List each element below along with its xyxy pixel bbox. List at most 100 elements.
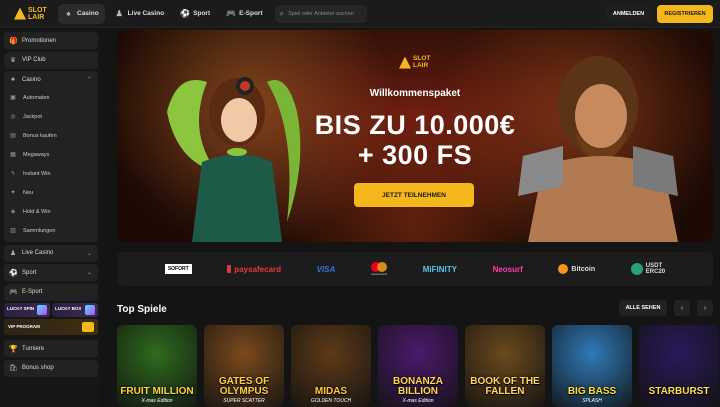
game-title: STARBURST [648, 386, 710, 397]
payment-methods-bar: SOFORT paysafecard VISA mastercard MiFIN… [117, 252, 713, 286]
sidebar-item-esport[interactable]: 🎮 E-Sport [4, 283, 98, 301]
usdt-logo: USDT ERC20 [630, 263, 665, 275]
game-tile[interactable]: MIDAS GOLDEN TOUCH [291, 325, 371, 407]
sidebar-item-tournaments[interactable]: 🏆 Turniere [4, 340, 98, 357]
tab-esport[interactable]: 🎮 E-Sport [220, 4, 268, 24]
chevron-down-icon: ⌄ [86, 250, 92, 257]
wheel-icon [37, 305, 47, 315]
game-title: BOOK OF THE FALLEN [470, 376, 540, 397]
game-title: GATES OF OLYMPUS [218, 376, 270, 397]
top-games-carousel: FRUIT MILLION X-mas Edition GATES OF OLYMP… [117, 325, 719, 407]
collections-icon: ▥ [10, 228, 16, 234]
sidebar-subitem-jackpot[interactable]: ◎ Jackpot [4, 107, 98, 126]
game-tile[interactable]: BONANZA BILLION X-mas Edition [378, 325, 458, 407]
tab-casino[interactable]: ♠ Casino [58, 3, 105, 24]
trophy-icon: 🏆 [9, 345, 18, 353]
jackpot-icon: ◎ [10, 114, 16, 120]
sport-icon: ⚽ [180, 9, 191, 18]
mifinity-logo: MiFINITY [422, 264, 457, 274]
chevron-right-icon: › [703, 304, 707, 312]
neosurf-logo: Neosurf [492, 264, 523, 274]
treasure-icon [82, 322, 94, 332]
sofort-logo: SOFORT [164, 264, 192, 274]
search-placeholder: Spiel oder Anbieter suchen [288, 10, 354, 17]
game-tile[interactable]: FRUIT MILLION X-mas Edition [117, 325, 197, 407]
casino-icon: ♠ [11, 76, 15, 83]
game-subtitle: GOLDEN TOUCH [310, 398, 352, 404]
tab-sport[interactable]: ⚽ Sport [174, 4, 216, 24]
bitcoin-logo: Bitcoin [558, 264, 595, 274]
game-tile[interactable]: GATES OF OLYMPUS SUPER SCATTER [204, 325, 284, 407]
esport-icon: 🎮 [226, 9, 237, 18]
sidebar-item-vip-club[interactable]: ♛ VIP Club [4, 51, 98, 69]
game-title: MIDAS [314, 386, 348, 397]
gift-box-icon [85, 305, 95, 315]
chevron-down-icon: ⌄ [86, 270, 92, 276]
game-subtitle: SPLASH [582, 398, 602, 404]
logo-text-line1: SLOT [28, 6, 47, 14]
sidebar-subitem-instant-win[interactable]: ϟ Instant Win [4, 164, 98, 183]
see-all-button[interactable]: ALLE SEHEN [619, 300, 667, 316]
esport-icon: 🎮 [9, 289, 18, 296]
carousel-prev-button[interactable]: ‹ [674, 300, 690, 316]
game-tile[interactable]: STARBURST [639, 325, 719, 407]
sidebar-subitem-automaten[interactable]: ▣ Automaten [4, 88, 98, 107]
game-tile[interactable]: BIG BASS SPLASH [552, 325, 632, 407]
carousel-next-button[interactable]: › [697, 300, 713, 316]
chevron-left-icon: ‹ [680, 304, 684, 312]
sidebar-item-casino[interactable]: ♠ Casino ⌃ [4, 71, 98, 88]
game-title: BIG BASS [567, 386, 617, 397]
bitcoin-icon [558, 264, 569, 274]
game-title: BONANZA BILLION [393, 376, 443, 397]
megaways-icon: ▦ [10, 152, 16, 158]
sidebar-subitem-hold-win[interactable]: ◈ Hold & Win [4, 202, 98, 221]
hero-headline-amount: BIS ZU 10.000€ [314, 110, 516, 140]
lightning-icon: ϟ [11, 170, 15, 177]
game-subtitle: SUPER SCATTER [223, 398, 265, 404]
promo-cards-row: LUCKY SPIN LUCKY BOX [4, 303, 98, 317]
live-casino-icon: ♟ [9, 250, 17, 257]
tab-live-casino[interactable]: ♟ Live Casino [109, 4, 170, 24]
vip-program-card[interactable]: VIP PROGRAM [4, 319, 98, 335]
logo-text-line2: LAIR [28, 13, 45, 21]
sidebar-item-live-casino[interactable]: ♟ Live Casino ⌄ [4, 244, 98, 262]
mastercard-icon [371, 262, 387, 272]
sidebar-item-sport[interactable]: ⚽ Sport ⌄ [4, 264, 98, 281]
sidebar-subitem-bonus-kaufen[interactable]: ▤ Bonus kaufen [4, 126, 98, 145]
crown-icon: ♛ [9, 57, 17, 64]
login-button[interactable]: ANMELDEN [606, 6, 651, 22]
top-navigation-bar: SLOT LAIR ♠ Casino ♟ Live Casino ⚽ Sport 🎮 E-… [0, 0, 720, 28]
register-button[interactable]: REGISTRIEREN [657, 5, 713, 23]
logo-mark-icon [399, 56, 411, 69]
top-games-title: Top Spiele [117, 304, 167, 315]
sidebar-item-promotions[interactable]: 🎁 Promotionen [4, 32, 98, 49]
hero-logo: SLOT LAIR [399, 55, 430, 69]
sidebar: 🎁 Promotionen ♛ VIP Club ♠ Casino ⌃ ▣ Automat… [0, 29, 100, 407]
logo-mark-icon [14, 7, 26, 20]
game-subtitle: X-mas Edition [141, 398, 173, 404]
sidebar-subitem-neu[interactable]: ✦ Neu [4, 183, 98, 202]
lucky-spin-card[interactable]: LUCKY SPIN [4, 303, 50, 317]
lock-icon [227, 265, 232, 273]
site-logo[interactable]: SLOT LAIR [14, 4, 54, 24]
bonus-buy-icon: ▤ [10, 133, 16, 139]
hold-win-icon: ◈ [10, 209, 16, 215]
chevron-up-icon: ⌃ [86, 77, 92, 83]
tether-icon [630, 263, 643, 275]
search-input[interactable]: ⌕ Spiel oder Anbieter suchen [274, 4, 367, 23]
gift-icon: 🎁 [9, 37, 18, 45]
hero-headline-free-spins: + 300 FS [357, 140, 473, 170]
new-icon: ✦ [10, 190, 16, 196]
join-now-button[interactable]: JETZT TEILNEHMEN [354, 183, 474, 207]
hero-banner[interactable]: SLOT LAIR Willkommenspaket BIS ZU 10.000€… [117, 30, 713, 242]
game-subtitle: X-mas Edition [402, 398, 434, 404]
game-tile[interactable]: BOOK OF THE FALLEN [465, 325, 545, 407]
sidebar-subitem-sammlungen[interactable]: ▥ Sammlungen [4, 221, 98, 240]
paysafecard-logo: paysafecard [227, 265, 281, 274]
sidebar-subitem-megaways[interactable]: ▦ Megaways [4, 145, 98, 164]
sport-icon: ⚽ [9, 269, 18, 277]
sidebar-item-bonus-shop[interactable]: 🛍 Bonus shop [4, 359, 98, 377]
live-casino-icon: ♟ [115, 9, 123, 18]
visa-logo: VISA [316, 264, 336, 274]
lucky-box-card[interactable]: LUCKY BOX [52, 303, 98, 317]
